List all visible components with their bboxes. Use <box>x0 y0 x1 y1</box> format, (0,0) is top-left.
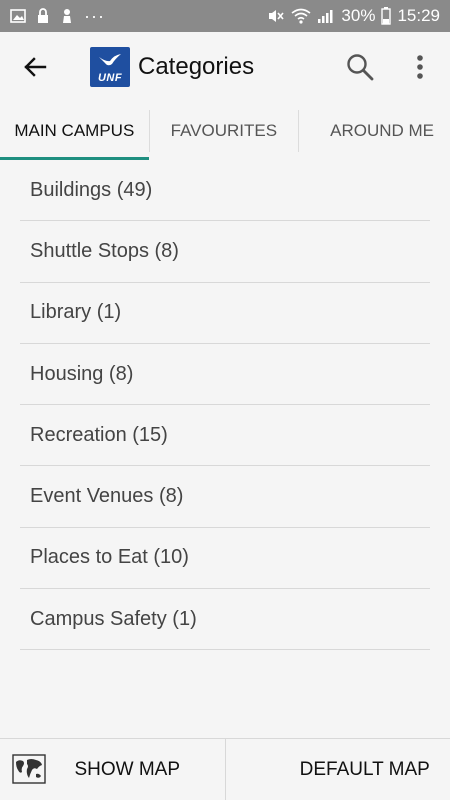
page-title: Categories <box>138 53 255 80</box>
list-item-label: Campus Safety (1) <box>30 607 197 630</box>
list-item-label: Library (1) <box>30 301 122 324</box>
battery-icon <box>381 7 392 25</box>
more-notifications-dots: ··· <box>84 5 105 26</box>
default-map-button[interactable]: DEFAULT MAP <box>226 739 450 800</box>
tab-label: FAVOURITES <box>170 121 278 140</box>
arrow-left-icon <box>24 57 47 77</box>
category-list: Buildings (49) Shuttle Stops (8) Library… <box>20 160 430 651</box>
list-item-label: Recreation (15) <box>30 423 168 446</box>
wifi-icon <box>291 8 311 24</box>
list-item-library[interactable]: Library (1) <box>20 283 430 344</box>
search-icon <box>347 54 374 81</box>
tab-bar: MAIN CAMPUS FAVOURITES AROUND ME <box>0 102 450 160</box>
world-map-icon <box>12 754 46 784</box>
search-button[interactable] <box>330 32 390 102</box>
list-item-shuttle-stops[interactable]: Shuttle Stops (8) <box>20 221 430 283</box>
show-map-button[interactable]: SHOW MAP <box>0 739 225 800</box>
status-bar: ··· 30% 15:29 <box>0 0 450 32</box>
list-item-event-venues[interactable]: Event Venues (8) <box>20 466 430 528</box>
list-item-housing[interactable]: Housing (8) <box>20 344 430 406</box>
list-item-label: Housing (8) <box>30 362 134 385</box>
tab-around-me[interactable]: AROUND ME <box>299 102 450 160</box>
battery-percent: 30% <box>341 6 376 25</box>
list-item-recreation[interactable]: Recreation (15) <box>20 405 430 467</box>
lock-notification-icon <box>36 8 50 24</box>
osprey-icon <box>99 54 121 66</box>
bottom-bar: SHOW MAP DEFAULT MAP <box>0 738 450 800</box>
default-map-label: DEFAULT MAP <box>299 758 430 780</box>
mute-icon <box>267 8 285 24</box>
list-item-label: Buildings (49) <box>30 178 153 201</box>
logo-text: UNF <box>97 72 123 84</box>
tab-label: AROUND ME <box>330 121 435 140</box>
show-map-label: SHOW MAP <box>74 758 181 780</box>
clock: 15:29 <box>397 6 440 25</box>
list-item-campus-safety[interactable]: Campus Safety (1) <box>20 589 430 651</box>
signal-icon <box>317 8 335 24</box>
app-bar: UNF Categories <box>0 32 450 102</box>
list-item-places-to-eat[interactable]: Places to Eat (10) <box>20 528 430 590</box>
overflow-menu-button[interactable] <box>390 32 450 102</box>
more-vert-icon <box>417 55 423 79</box>
unf-logo: UNF <box>90 47 130 87</box>
tab-label: MAIN CAMPUS <box>14 121 135 140</box>
list-item-label: Places to Eat (10) <box>30 546 189 569</box>
tab-favourites[interactable]: FAVOURITES <box>150 102 299 160</box>
list-item-buildings[interactable]: Buildings (49) <box>20 160 430 222</box>
back-button[interactable] <box>0 32 70 102</box>
tab-main-campus[interactable]: MAIN CAMPUS <box>0 102 149 160</box>
list-item-label: Event Venues (8) <box>30 485 184 508</box>
image-notification-icon <box>10 9 26 23</box>
list-item-label: Shuttle Stops (8) <box>30 239 179 262</box>
chess-notification-icon <box>60 8 74 24</box>
